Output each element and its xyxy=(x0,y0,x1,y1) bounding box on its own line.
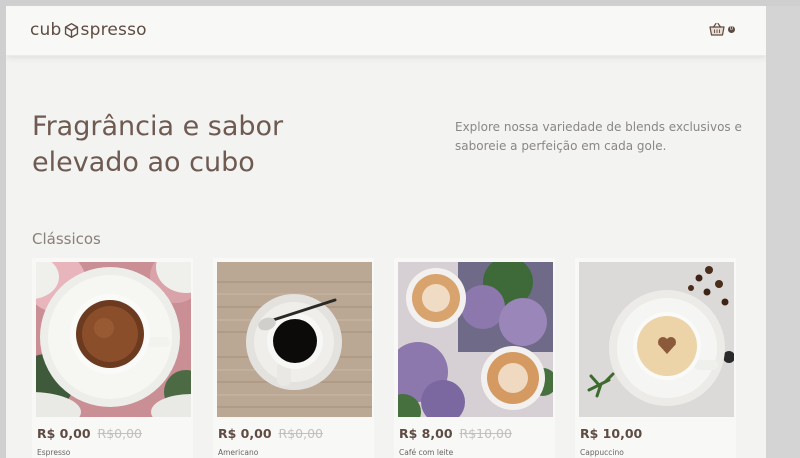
product-card[interactable]: R$ 10,00 Cappuccino xyxy=(575,258,736,458)
product-image[interactable] xyxy=(217,262,372,417)
product-image[interactable] xyxy=(36,262,191,417)
hero-title-line-1: Fragrância e sabor xyxy=(32,111,284,142)
logo-text-right: spresso xyxy=(80,20,147,40)
product-card[interactable]: R$ 0,00 R$0,00 Americano xyxy=(213,258,374,458)
cart-count-badge: 0 xyxy=(728,25,735,33)
product-card[interactable]: R$ 0,00 R$0,00 Espresso xyxy=(32,258,193,458)
cappuccino-photo xyxy=(579,262,734,417)
page: cub spresso 0 Fragrância e sabor elevado… xyxy=(6,6,766,458)
page-scrollbar[interactable] xyxy=(766,6,800,458)
product-name: Espresso xyxy=(37,448,71,457)
product-old-price: R$0,00 xyxy=(97,426,142,441)
product-price: R$ 10,00 xyxy=(580,426,643,441)
product-image[interactable] xyxy=(579,262,734,417)
espresso-photo xyxy=(36,262,191,417)
product-price: R$ 0,00 xyxy=(37,426,91,441)
product-name: Cappuccino xyxy=(580,448,624,457)
logo-text-left: cub xyxy=(30,20,62,40)
cafe-com-leite-photo xyxy=(398,262,553,417)
product-card[interactable]: R$ 8,00 R$10,00 Café com leite xyxy=(394,258,555,458)
logo[interactable]: cub spresso xyxy=(30,19,147,41)
product-name: Americano xyxy=(218,448,259,457)
section-title: Clássicos xyxy=(32,230,101,248)
product-price: R$ 0,00 xyxy=(218,426,272,441)
hero-title: Fragrância e sabor elevado ao cubo xyxy=(32,109,362,181)
basket-icon xyxy=(709,22,725,36)
cube-icon xyxy=(64,22,78,38)
product-old-price: R$10,00 xyxy=(459,426,512,441)
cart-button[interactable]: 0 xyxy=(709,22,735,36)
product-old-price: R$0,00 xyxy=(278,426,323,441)
americano-photo xyxy=(217,262,372,417)
top-header: cub spresso 0 xyxy=(6,6,766,56)
product-name: Café com leite xyxy=(399,448,454,457)
hero-description: Explore nossa variedade de blends exclus… xyxy=(455,120,742,153)
hero-title-line-2: elevado ao cubo xyxy=(32,147,255,178)
product-price: R$ 8,00 xyxy=(399,426,453,441)
product-image[interactable] xyxy=(398,262,553,417)
